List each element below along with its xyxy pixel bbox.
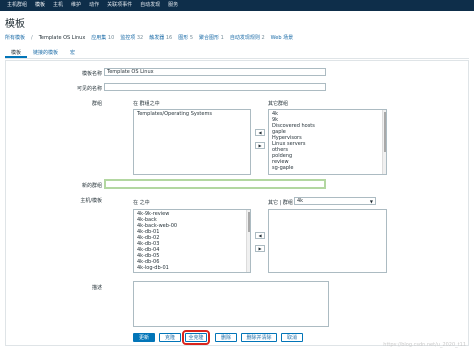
nav-item-discovery[interactable]: 自动发现 (136, 0, 164, 11)
breadcrumb-item-web-scenarios[interactable]: Web 场景 (271, 34, 294, 41)
list-item[interactable]: 4k-log-db-01 (137, 265, 247, 271)
clone-button[interactable]: 克隆 (159, 333, 181, 342)
hosts-move-left-button[interactable]: ◀ (255, 232, 265, 239)
breadcrumb-item-applications[interactable]: 应用集 10 (91, 34, 114, 41)
move-left-button[interactable]: ◀ (255, 129, 265, 136)
breadcrumb-item-triggers[interactable]: 触发器 16 (149, 34, 172, 41)
breadcrumb-item-discovery-rules[interactable]: 自动发现规则 2 (230, 34, 265, 41)
delete-and-clear-button[interactable]: 删除并清除 (241, 333, 277, 342)
nav-item-host-groups[interactable]: 主机群组 (3, 0, 31, 11)
nav-item-hosts[interactable]: 主机 (49, 0, 67, 11)
list-item[interactable]: Templates/Operating Systems (137, 111, 247, 117)
hosts-other-group-value: 4k (297, 198, 304, 204)
hosts-in-listbox[interactable]: 4k-9k-review 4k-back 4k-back-web-00 4k-d… (133, 209, 251, 273)
new-group-input[interactable] (104, 179, 326, 189)
tab-template[interactable]: 模板 (5, 48, 28, 58)
page-title: 模板 (5, 19, 25, 30)
tab-linked-templates[interactable]: 链接的模板 (27, 48, 64, 58)
breadcrumb-current-template[interactable]: Template OS Linux (39, 35, 86, 41)
visible-name-label: 可见的名称 (76, 86, 102, 92)
top-navigation: 主机群组 模板 主机 维护 动作 关联项事件 自动发现 服务 (0, 0, 474, 11)
groups-label: 群组 (91, 101, 102, 107)
new-group-label: 新的群组 (81, 183, 102, 189)
groups-other-scrollbar[interactable] (382, 110, 386, 174)
nav-item-correlation[interactable]: 关联项事件 (103, 0, 136, 11)
breadcrumb-item-items[interactable]: 监控项 32 (120, 34, 143, 41)
tab-macros[interactable]: 宏 (64, 48, 81, 58)
chevron-down-icon: ▼ (369, 199, 373, 204)
breadcrumb: 所有模板 / Template OS Linux 应用集 10 监控项 32 触… (5, 34, 469, 42)
breadcrumb-separator: / (31, 34, 33, 41)
cancel-button[interactable]: 取消 (281, 333, 303, 342)
description-label: 描述 (91, 285, 102, 291)
update-button[interactable]: 更新 (133, 333, 155, 342)
watermark: https://blog.csdn.net/u_2020_t11 (383, 342, 466, 348)
hosts-in-label: 在 之中 (133, 200, 150, 206)
groups-other-listbox[interactable]: 4k 9k Discovered hosts gaple Hypervisors… (268, 109, 387, 175)
hosts-label: 主机/模板 (80, 198, 102, 204)
breadcrumb-item-graphs[interactable]: 图形 5 (178, 34, 193, 41)
template-name-input[interactable]: Template OS Linux (104, 68, 326, 76)
description-textarea[interactable] (133, 281, 329, 327)
hosts-other-label: 其它 | 群组 (268, 200, 293, 206)
groups-in-label: 在 群组之中 (133, 101, 160, 107)
move-right-button[interactable]: ▶ (255, 142, 265, 149)
groups-in-listbox[interactable]: Templates/Operating Systems (133, 109, 251, 175)
nav-item-templates[interactable]: 模板 (31, 0, 49, 11)
template-name-label: 模板名称 (81, 71, 102, 77)
delete-button[interactable]: 删除 (215, 333, 237, 342)
nav-item-actions[interactable]: 动作 (85, 0, 103, 11)
template-form: 模板名称 Template OS Linux 可见的名称 群组 在 群组之中 T… (5, 60, 469, 346)
visible-name-input[interactable] (104, 83, 326, 91)
nav-item-maintenance[interactable]: 维护 (67, 0, 85, 11)
hosts-other-listbox[interactable] (268, 209, 387, 273)
breadcrumb-all-templates[interactable]: 所有模板 (5, 34, 25, 41)
form-tabs: 模板 链接的模板 宏 (5, 48, 469, 59)
groups-other-label: 其它群组 (268, 101, 289, 107)
hosts-other-group-select[interactable]: 4k ▼ (294, 197, 376, 205)
list-item[interactable]: sg-gaple (272, 165, 383, 171)
hosts-move-right-button[interactable]: ▶ (255, 245, 265, 252)
nav-item-services[interactable]: 服务 (164, 0, 182, 11)
breadcrumb-item-screens[interactable]: 聚合图形 1 (199, 34, 224, 41)
hosts-in-scrollbar[interactable] (246, 210, 250, 272)
full-clone-button[interactable]: 全克隆 (182, 330, 210, 345)
